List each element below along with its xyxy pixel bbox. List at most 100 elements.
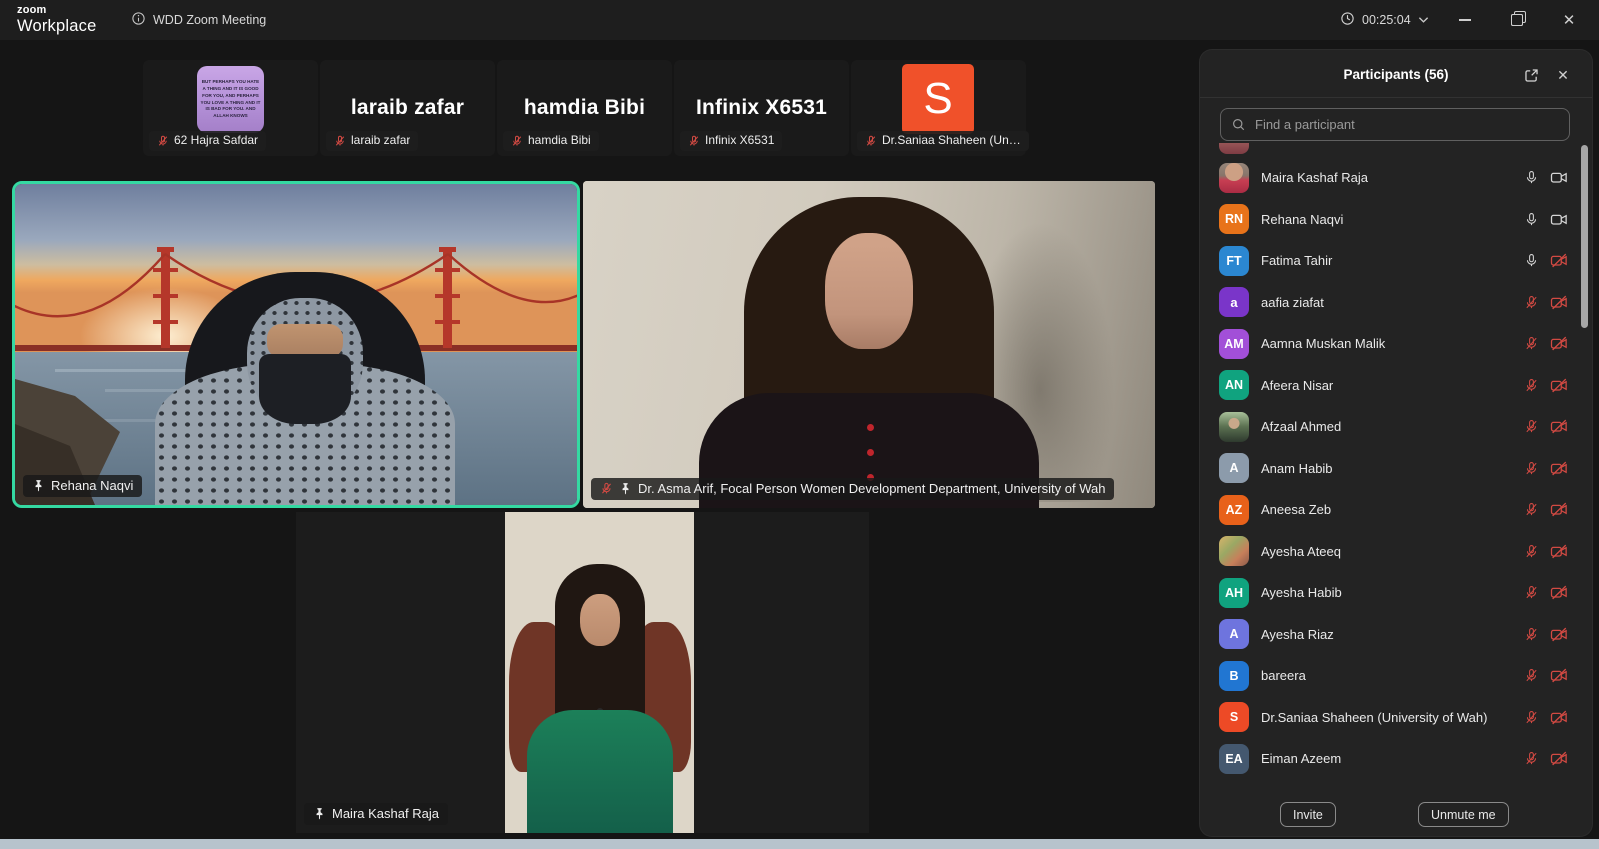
camera-off-icon <box>1550 295 1568 310</box>
mic-off-icon <box>688 135 700 147</box>
chevron-down-icon[interactable] <box>1418 13 1429 27</box>
mic-off-icon <box>511 135 523 147</box>
mic-off-icon <box>1524 751 1539 766</box>
avatar: FT <box>1219 246 1249 276</box>
video-thumb-infinix[interactable]: Infinix X6531 Infinix X6531 <box>674 60 849 156</box>
camera-off-icon <box>1550 585 1568 600</box>
participant-row[interactable]: Maira Kashaf Raja <box>1200 157 1592 199</box>
restore-icon <box>1511 14 1523 26</box>
hajra-avatar-image: But perhaps you hate a thing and it is g… <box>197 66 264 133</box>
zoom-workplace-logo: zoom Workplace <box>17 5 96 35</box>
participant-name: Rehana Naqvi <box>1261 212 1512 227</box>
mic-off-icon <box>1524 585 1539 600</box>
mic-off-icon <box>1524 295 1539 310</box>
avatar: AZ <box>1219 495 1249 525</box>
mic-off-icon <box>334 135 346 147</box>
avatar: A <box>1219 619 1249 649</box>
minimize-icon <box>1459 19 1471 21</box>
camera-on-icon <box>1550 212 1568 227</box>
participant-row[interactable]: RN Rehana Naqvi <box>1200 199 1592 241</box>
participant-row[interactable]: Ayesha Ateeq <box>1200 531 1592 573</box>
participant-status <box>1524 627 1568 642</box>
participant-name: Maira Kashaf Raja <box>1261 170 1512 185</box>
mic-off-icon <box>1524 627 1539 642</box>
camera-off-icon <box>1550 378 1568 393</box>
camera-off-icon <box>1550 751 1568 766</box>
participants-panel: Participants (56) ✕ Maira Kashaf Raja <box>1200 50 1592 836</box>
participant-row[interactable]: a aafia ziafat <box>1200 282 1592 324</box>
participant-status <box>1524 461 1568 476</box>
video-name-label: laraib zafar <box>326 131 418 151</box>
close-panel-button[interactable]: ✕ <box>1552 64 1574 86</box>
video-name-label: Infinix X6531 <box>680 131 782 151</box>
participant-name: Fatima Tahir <box>1261 253 1512 268</box>
camera-off-icon <box>1550 461 1568 476</box>
bottom-edge-strip <box>0 839 1599 849</box>
avatar: B <box>1219 661 1249 691</box>
avatar <box>1219 143 1249 154</box>
participant-row[interactable]: Afzaal Ahmed <box>1200 406 1592 448</box>
unmute-me-button[interactable]: Unmute me <box>1418 802 1509 827</box>
participant-status <box>1524 378 1568 393</box>
mic-off-icon <box>865 135 877 147</box>
participant-row[interactable]: A Ayesha Riaz <box>1200 614 1592 656</box>
participant-status <box>1524 585 1568 600</box>
participant-row[interactable]: AZ Aneesa Zeb <box>1200 489 1592 531</box>
participant-video-person <box>155 272 455 507</box>
participant-row[interactable]: AM Aamna Muskan Malik <box>1200 323 1592 365</box>
video-thumb-hamdia[interactable]: hamdia Bibi hamdia Bibi <box>497 60 672 156</box>
invite-button[interactable]: Invite <box>1280 802 1336 827</box>
participant-name: Afzaal Ahmed <box>1261 419 1512 434</box>
maximize-restore-button[interactable] <box>1494 0 1540 40</box>
participant-status <box>1524 336 1568 351</box>
participant-row[interactable]: S Dr.Saniaa Shaheen (University of Wah) <box>1200 697 1592 739</box>
mic-off-icon <box>1524 461 1539 476</box>
video-name-label: Rehana Naqvi <box>23 475 142 497</box>
participant-row[interactable]: FT Fatima Tahir <box>1200 240 1592 282</box>
video-thumb-laraib[interactable]: laraib zafar laraib zafar <box>320 60 495 156</box>
mic-off-icon <box>600 482 613 495</box>
pin-icon <box>32 479 45 492</box>
panel-scrollbar[interactable] <box>1581 145 1588 328</box>
participant-status <box>1524 253 1568 268</box>
mic-off-icon <box>1524 544 1539 559</box>
logo-workplace: Workplace <box>17 18 96 35</box>
popout-panel-button[interactable] <box>1520 64 1542 86</box>
video-tile-asma[interactable]: Dr. Asma Arif, Focal Person Women Develo… <box>583 181 1155 508</box>
avatar: AH <box>1219 578 1249 608</box>
avatar <box>1219 412 1249 442</box>
camera-off-icon <box>1550 419 1568 434</box>
participant-row[interactable]: AN Afeera Nisar <box>1200 365 1592 407</box>
video-thumb-hajra[interactable]: But perhaps you hate a thing and it is g… <box>143 60 318 156</box>
mic-off-icon <box>157 135 169 147</box>
partially-scrolled-row <box>1200 143 1592 157</box>
participant-status <box>1524 295 1568 310</box>
meeting-timer[interactable]: 00:25:04 <box>1340 0 1429 40</box>
close-icon: ✕ <box>1557 67 1569 84</box>
saniaa-initial-avatar: S <box>902 64 974 134</box>
participant-name: Aneesa Zeb <box>1261 502 1512 517</box>
video-name-label: Dr.Saniaa Shaheen (Un… <box>857 131 1029 151</box>
search-input[interactable] <box>1253 116 1559 133</box>
minimize-button[interactable] <box>1442 0 1488 40</box>
video-tile-rehana-active-speaker[interactable]: Rehana Naqvi <box>12 181 580 508</box>
mic-off-icon <box>1524 378 1539 393</box>
participant-row[interactable]: A Anam Habib <box>1200 448 1592 490</box>
avatar: A <box>1219 453 1249 483</box>
close-window-button[interactable]: ✕ <box>1546 0 1592 40</box>
participant-row[interactable]: B bareera <box>1200 655 1592 697</box>
participant-row[interactable]: AH Ayesha Habib <box>1200 572 1592 614</box>
participant-row[interactable]: EA Eiman Azeem <box>1200 738 1592 780</box>
popout-icon <box>1523 67 1540 84</box>
video-tile-maira[interactable]: Maira Kashaf Raja <box>296 512 869 833</box>
video-name-label: hamdia Bibi <box>503 131 599 151</box>
video-thumb-saniaa[interactable]: S Dr.Saniaa Shaheen (Un… <box>851 60 1026 156</box>
participant-name: Afeera Nisar <box>1261 378 1512 393</box>
mic-on-icon <box>1524 170 1539 185</box>
info-icon[interactable] <box>131 11 146 29</box>
mic-off-icon <box>1524 668 1539 683</box>
participant-search[interactable] <box>1220 108 1570 141</box>
pin-icon <box>619 482 632 495</box>
meeting-info[interactable]: WDD Zoom Meeting <box>131 0 266 40</box>
avatar: EA <box>1219 744 1249 774</box>
